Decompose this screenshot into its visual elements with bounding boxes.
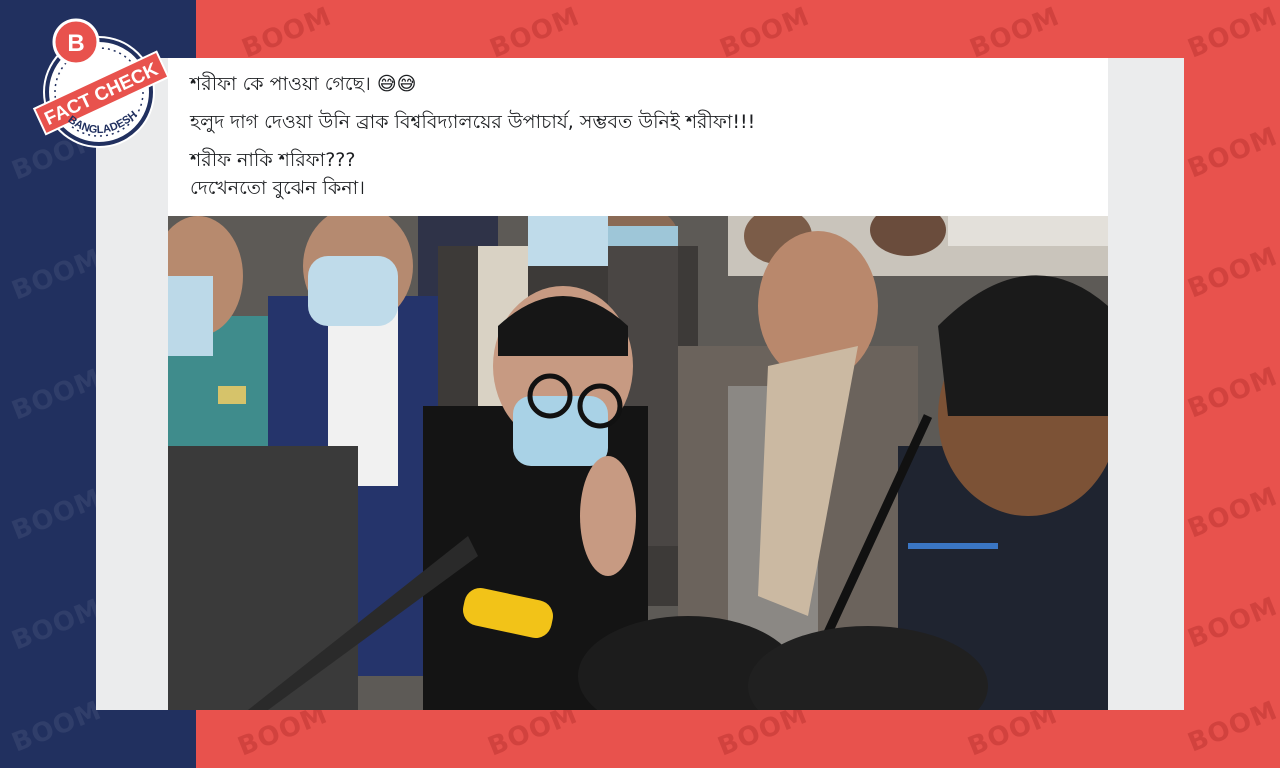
crowd-photo-illustration — [168, 216, 1108, 710]
boom-fact-check-badge: B FACT CHECK BANGLADESH — [24, 12, 174, 162]
post-line-4: দেখেনতো বুঝেন কিনা। — [190, 177, 365, 199]
post-line-2: হলুদ দাগ দেওয়া উনি ব্রাক বিশ্ববিদ্যালয়… — [190, 111, 756, 133]
post-line-1-text: শরীফা কে পাওয়া গেছে। — [190, 73, 371, 95]
laugh-emoji-icon: 😅😅 — [376, 73, 417, 95]
news-photo — [168, 216, 1108, 710]
logo-letter: B — [67, 30, 84, 57]
post-line-1: শরীফা কে পাওয়া গেছে। 😅😅 — [190, 70, 416, 102]
post-text-box: শরীফা কে পাওয়া গেছে। 😅😅 হলুদ দাগ দেওয়া … — [168, 58, 1108, 216]
